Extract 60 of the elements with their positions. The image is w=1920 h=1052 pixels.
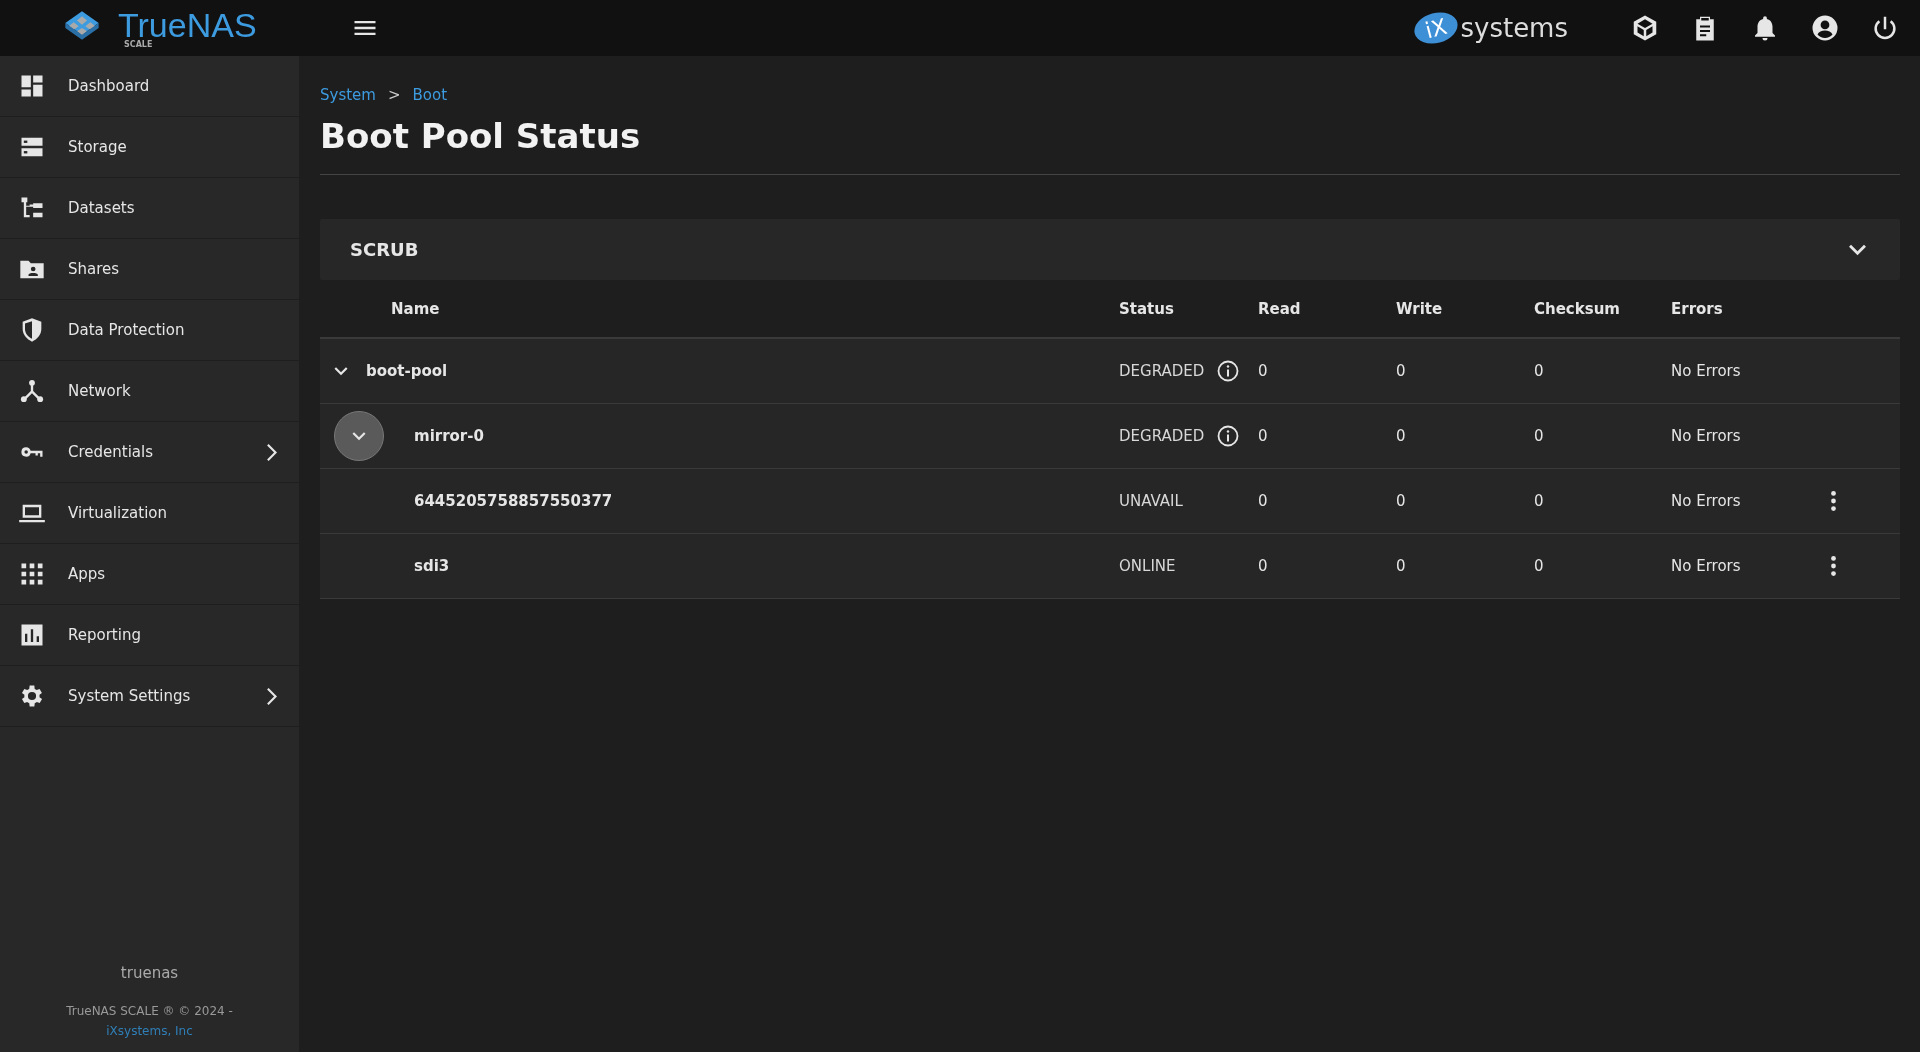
count-cell-text: 0 xyxy=(1534,492,1545,510)
status-text: ONLINE xyxy=(1119,557,1176,575)
column-header: Write xyxy=(1396,299,1444,318)
status-text: DEGRADED xyxy=(1119,362,1205,380)
count-cell-text: 0 xyxy=(1258,492,1269,510)
logo-subtitle: SCALE xyxy=(124,39,154,49)
page-title: Boot Pool Status xyxy=(320,116,1900,175)
info-icon[interactable] xyxy=(1216,359,1241,383)
sidebar-item[interactable]: Dashboard xyxy=(0,56,299,117)
count-cell-text: 0 xyxy=(1396,362,1407,380)
breadcrumb-link[interactable]: System xyxy=(320,86,376,104)
errors-cell-text: No Errors xyxy=(1671,427,1742,445)
more-vertical-icon xyxy=(1831,491,1836,511)
count-cell-text: 0 xyxy=(1534,427,1545,445)
sidebar-item[interactable]: Virtualization xyxy=(0,483,299,544)
sidebar-item[interactable]: Shares xyxy=(0,239,299,300)
column-header: Read xyxy=(1258,299,1302,318)
sidebar-item[interactable]: System Settings xyxy=(0,666,299,727)
status-text: DEGRADED xyxy=(1119,427,1205,445)
brand-text: systems xyxy=(1460,13,1568,43)
device-name: sdi3 xyxy=(414,557,450,575)
company-link[interactable]: iXsystems, Inc xyxy=(106,1024,193,1038)
device-name: boot-pool xyxy=(366,362,448,380)
count-cell-text: 0 xyxy=(1258,362,1269,380)
chevron-down-icon xyxy=(1849,243,1866,256)
breadcrumb-link[interactable]: Boot xyxy=(412,86,448,104)
device-name: mirror-0 xyxy=(414,427,484,445)
sidebar-item[interactable]: Storage xyxy=(0,117,299,178)
breadcrumb-separator: > xyxy=(387,86,401,104)
count-cell-text: 0 xyxy=(1534,362,1545,380)
sidebar-item[interactable]: Datasets xyxy=(0,178,299,239)
count-cell-text: 0 xyxy=(1396,427,1407,445)
count-cell-text: 0 xyxy=(1396,492,1407,510)
sidebar-item[interactable]: Credentials xyxy=(0,422,299,483)
column-header: Checksum xyxy=(1534,299,1621,318)
errors-cell-text: No Errors xyxy=(1671,557,1742,575)
column-header: Errors xyxy=(1671,299,1724,318)
count-cell-text: 0 xyxy=(1258,557,1269,575)
column-header: Name xyxy=(390,299,441,318)
count-cell-text: 0 xyxy=(1396,557,1407,575)
column-header: Status xyxy=(1119,299,1175,318)
network-icon xyxy=(18,377,46,405)
errors-cell-text: No Errors xyxy=(1671,492,1742,510)
sidebar-item[interactable]: Apps xyxy=(0,544,299,605)
account-icon xyxy=(1810,13,1840,43)
sidebar-item[interactable]: Data Protection xyxy=(0,300,299,361)
sidebar-item[interactable]: Reporting xyxy=(0,605,299,666)
errors-cell-text: No Errors xyxy=(1671,362,1742,380)
sidebar-item[interactable]: Network xyxy=(0,361,299,422)
info-icon[interactable] xyxy=(1216,424,1241,448)
scrub-panel-header[interactable]: SCRUB xyxy=(320,219,1900,280)
device-name: 6445205758857550377 xyxy=(414,492,613,510)
expand-toggle-button[interactable] xyxy=(334,411,384,461)
count-cell-text: 0 xyxy=(1258,427,1269,445)
status-text: UNAVAIL xyxy=(1119,492,1183,510)
more-vertical-icon xyxy=(1831,556,1836,576)
count-cell-text: 0 xyxy=(1534,557,1545,575)
account-button[interactable] xyxy=(1810,13,1840,43)
hostname: truenas xyxy=(120,964,179,982)
copyright-text: TrueNAS SCALE ® © 2024 - xyxy=(66,1004,233,1018)
